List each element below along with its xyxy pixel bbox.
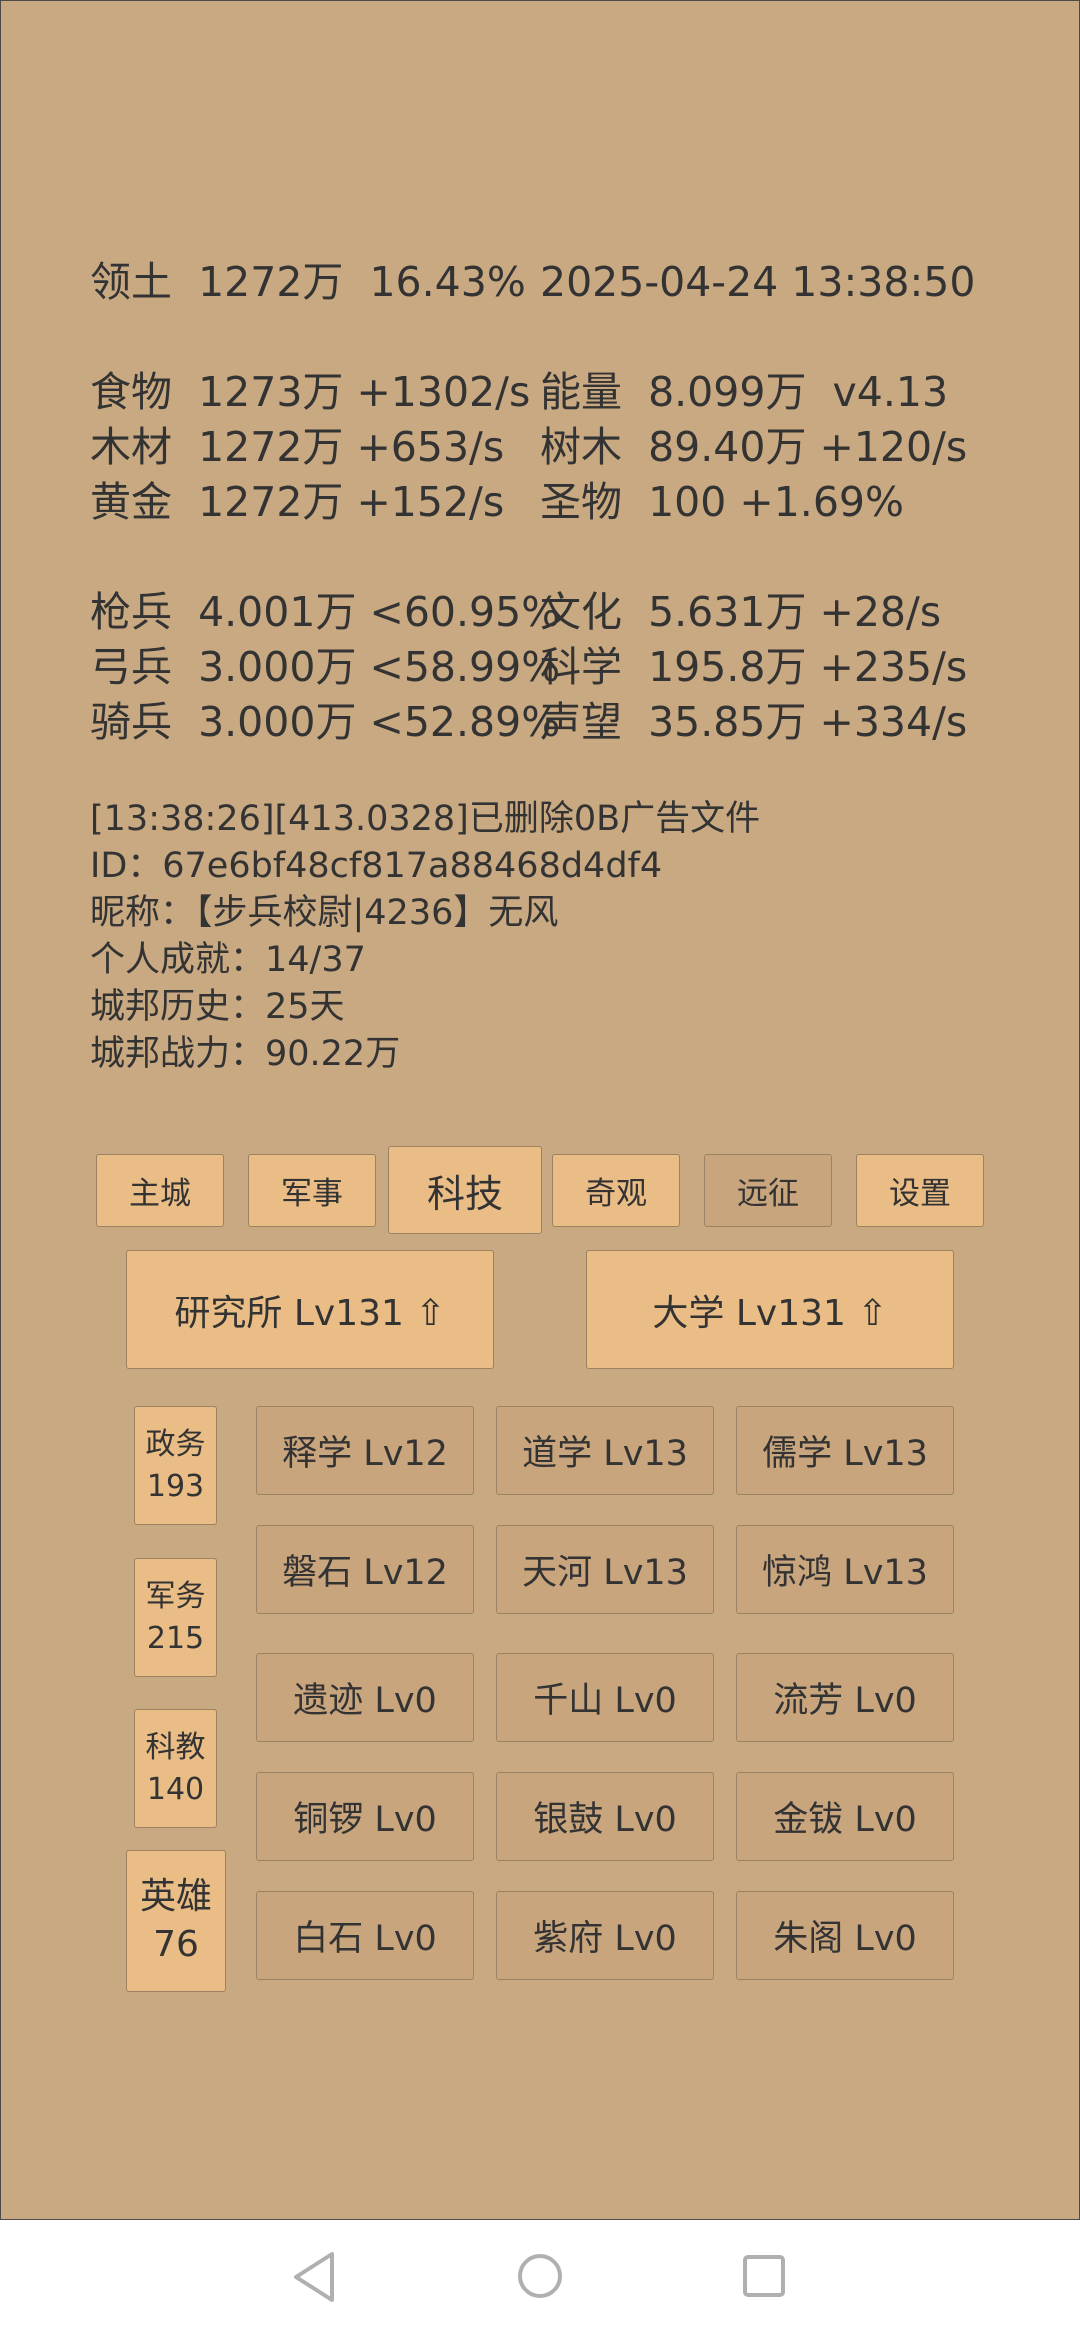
tab-military[interactable]: 军事 — [248, 1154, 376, 1227]
territory-stat: 领土 1272万 16.43% — [90, 258, 526, 306]
system-navigation-bar — [0, 2220, 1080, 2331]
category-military-label: 军务 — [145, 1578, 206, 1614]
tech-button[interactable]: 遗迹 Lv0 — [256, 1653, 474, 1742]
category-hero-label: 英雄 — [139, 1876, 212, 1917]
recents-square-icon[interactable] — [741, 2253, 787, 2299]
gold-stat: 黄金 1272万 +152/s — [90, 478, 505, 526]
city-power: 城邦战力：90.22万 — [90, 1034, 401, 1074]
archer-stat: 弓兵 3.000万 <58.99% — [90, 643, 561, 691]
wood-stat: 木材 1272万 +653/s — [90, 423, 505, 471]
tech-button[interactable]: 释学 Lv12 — [256, 1406, 474, 1495]
category-military-value: 215 — [146, 1620, 205, 1656]
tech-button[interactable]: 紫府 Lv0 — [496, 1891, 714, 1980]
category-politics-label: 政务 — [145, 1426, 206, 1462]
tech-button[interactable]: 惊鸿 Lv13 — [736, 1525, 954, 1614]
achievement-count: 个人成就：14/37 — [90, 940, 366, 980]
tab-wonders[interactable]: 奇观 — [552, 1154, 680, 1227]
log-message: [13:38:26][413.0328]已删除0B广告文件 — [90, 799, 761, 839]
tech-button[interactable]: 千山 Lv0 — [496, 1653, 714, 1742]
tech-button[interactable]: 银鼓 Lv0 — [496, 1772, 714, 1861]
institute-upgrade-button[interactable]: 研究所 Lv131 ⇧ — [126, 1250, 494, 1369]
tab-main-city[interactable]: 主城 — [96, 1154, 224, 1227]
prestige-stat: 声望 35.85万 +334/s — [540, 698, 968, 746]
cavalry-stat: 骑兵 3.000万 <52.89% — [90, 698, 561, 746]
university-upgrade-button[interactable]: 大学 Lv131 ⇧ — [586, 1250, 954, 1369]
tab-expedition[interactable]: 远征 — [704, 1154, 832, 1227]
player-id: ID：67e6bf48cf817a88468d4df4 — [90, 846, 663, 886]
tech-button[interactable]: 朱阁 Lv0 — [736, 1891, 954, 1980]
relic-stat: 圣物 100 +1.69% — [540, 478, 904, 526]
category-education-button[interactable]: 科教 140 — [134, 1709, 217, 1828]
category-military-button[interactable]: 军务 215 — [134, 1558, 217, 1677]
food-stat: 食物 1273万 +1302/s — [90, 368, 531, 416]
tech-button[interactable]: 白石 Lv0 — [256, 1891, 474, 1980]
tech-button[interactable]: 儒学 Lv13 — [736, 1406, 954, 1495]
tab-tech[interactable]: 科技 — [388, 1146, 542, 1234]
science-stat: 科学 195.8万 +235/s — [540, 643, 968, 691]
city-history: 城邦历史：25天 — [90, 987, 345, 1027]
game-panel: 领土 1272万 16.43% 2025-04-24 13:38:50 食物 1… — [0, 0, 1080, 2220]
category-education-value: 140 — [146, 1771, 205, 1807]
tech-button[interactable]: 天河 Lv13 — [496, 1525, 714, 1614]
home-circle-icon[interactable] — [515, 2251, 565, 2301]
datetime-display: 2025-04-24 13:38:50 — [540, 258, 976, 306]
category-politics-button[interactable]: 政务 193 — [134, 1406, 217, 1525]
spearman-stat: 枪兵 4.001万 <60.95% — [90, 588, 561, 636]
energy-stat: 能量 8.099万 v4.13 — [540, 368, 949, 416]
tech-button[interactable]: 磐石 Lv12 — [256, 1525, 474, 1614]
back-triangle-icon[interactable] — [290, 2250, 340, 2304]
category-hero-value: 76 — [153, 1924, 199, 1965]
player-nickname: 昵称：【步兵校尉|4236】无风 — [90, 893, 559, 933]
category-education-label: 科教 — [145, 1729, 206, 1765]
culture-stat: 文化 5.631万 +28/s — [540, 588, 942, 636]
trees-stat: 树木 89.40万 +120/s — [540, 423, 968, 471]
tab-settings[interactable]: 设置 — [856, 1154, 984, 1227]
tech-button[interactable]: 流芳 Lv0 — [736, 1653, 954, 1742]
tech-button[interactable]: 道学 Lv13 — [496, 1406, 714, 1495]
category-politics-value: 193 — [146, 1468, 205, 1504]
category-hero-button[interactable]: 英雄 76 — [126, 1850, 226, 1992]
tech-button[interactable]: 铜锣 Lv0 — [256, 1772, 474, 1861]
tech-button[interactable]: 金钹 Lv0 — [736, 1772, 954, 1861]
